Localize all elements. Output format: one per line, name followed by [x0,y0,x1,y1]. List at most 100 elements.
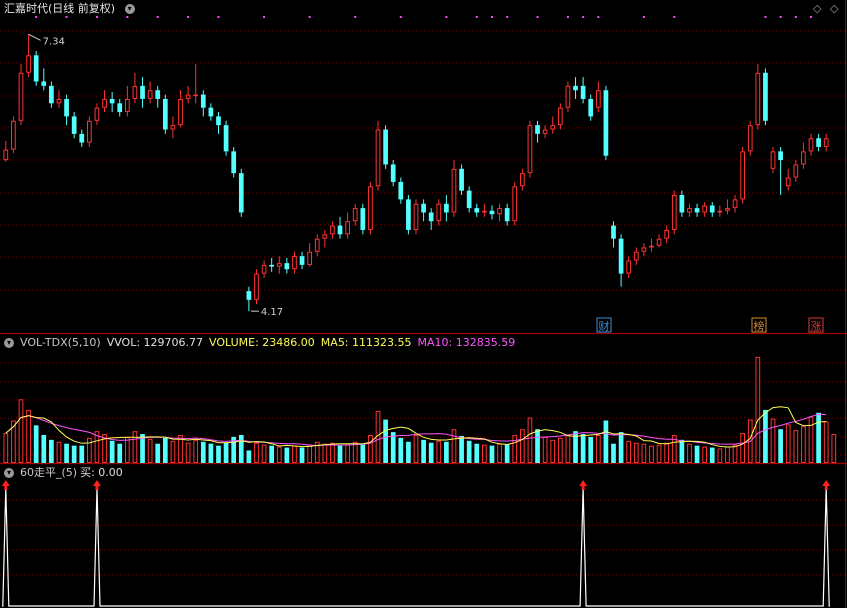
candle-body [269,264,275,267]
volume-bar [808,416,814,463]
event-dot [490,16,493,18]
arrow-stem [824,485,828,490]
candle-body [33,55,39,82]
buy-value: 买: 0.00 [80,466,123,479]
high-arrow [28,33,41,41]
diamond-icon[interactable]: ◇ [813,3,821,15]
candle-body [117,103,123,113]
volume-bar [823,421,829,464]
volume-bar [284,447,290,463]
stock-name[interactable]: 汇嘉时代 [4,2,48,15]
volume-bar [49,439,54,463]
volume-bar [557,437,563,464]
candle-body [261,264,267,274]
candle-body [147,90,153,99]
volume-bar [725,446,730,464]
volume-bar [292,445,297,464]
candle-body [26,55,31,73]
volume-bar [117,443,123,463]
event-dot [354,16,357,18]
event-dot [308,16,311,18]
volume-bar [352,441,358,464]
chevron-down-icon[interactable]: ▾ [124,4,135,14]
candle-body [132,85,138,99]
marker-text: 榜 [754,319,765,333]
volume-bar [269,445,275,463]
volume-bar [444,441,449,463]
volume-bar [550,439,556,463]
volume-bar [588,436,594,463]
candle-body [618,238,624,274]
candle-body [489,210,495,215]
main-header: 汇嘉时代(日线 前复权) ▾ [4,1,141,17]
candle-body [124,98,130,113]
candle-body [519,173,525,187]
volume-bar [208,443,214,463]
chart-canvas: 7.34 4.17 财 榜 涨 [0,0,847,608]
event-dot [779,16,782,18]
candle-body [390,164,396,182]
annotations: 7.34 4.17 财 榜 涨 [28,16,824,333]
candle-body [428,212,434,222]
event-dot [156,16,159,18]
event-dot [794,16,797,18]
candle-body [512,186,518,222]
chevron-down-icon[interactable]: ▾ [4,468,14,478]
marker-text: 财 [599,319,610,333]
marker-zhang: 涨 [808,317,824,333]
candle-body [140,85,145,99]
volume-bar [778,429,783,463]
volume-bar [595,435,601,464]
event-dot [673,16,676,18]
signal-indicator-name[interactable]: 60走平_(5) [20,466,77,479]
volume-bar [132,431,138,464]
candle-body [535,125,540,134]
candle-body [603,90,609,156]
volume-bar [428,442,434,463]
candle-body [725,208,730,211]
volume-bar [451,429,457,463]
candle-body [276,263,282,267]
candle-body [185,94,191,99]
candle-body [71,116,77,134]
candle-body [816,138,821,147]
volume-bar [79,445,85,463]
volume-bar [618,432,624,463]
candle-body [595,90,601,108]
candle-body [246,291,252,300]
marker-text: 涨 [811,320,822,333]
signal-header: ▾ 60走平_(5) 买: 0.00 [4,465,129,481]
candle-body [474,208,480,213]
candle-body [565,85,571,108]
candle-body [504,208,510,222]
candle-body [299,256,305,265]
candle-body [740,151,745,200]
candle-body [398,181,404,200]
candle-body [732,199,738,209]
volume-bar [360,444,366,463]
candle-body [823,138,829,147]
event-dot [506,16,509,18]
volume-bar [436,440,442,463]
volume-bar [504,444,510,463]
volume-bar [261,444,267,463]
volume-bar [87,437,92,464]
candle-body [314,238,320,252]
volume-bar [413,435,419,464]
candle-body [178,98,183,126]
volume-series [3,356,837,464]
arrow-stem [581,485,585,490]
chevron-down-icon[interactable]: ▾ [4,338,14,348]
vol-indicator-name[interactable]: VOL-TDX(5,10) [20,336,101,349]
panel-close-icon[interactable]: ◇ [830,3,838,15]
candle-body [694,208,700,213]
volume-bar [641,443,647,463]
volume-bar [519,429,525,463]
volume-bar [337,445,343,463]
candle-body [436,203,442,222]
candle-body [231,151,237,174]
volume-bar [732,444,738,463]
candle-body [527,125,533,174]
volume-bar [542,436,548,463]
marker-bang: 榜 [751,317,767,333]
